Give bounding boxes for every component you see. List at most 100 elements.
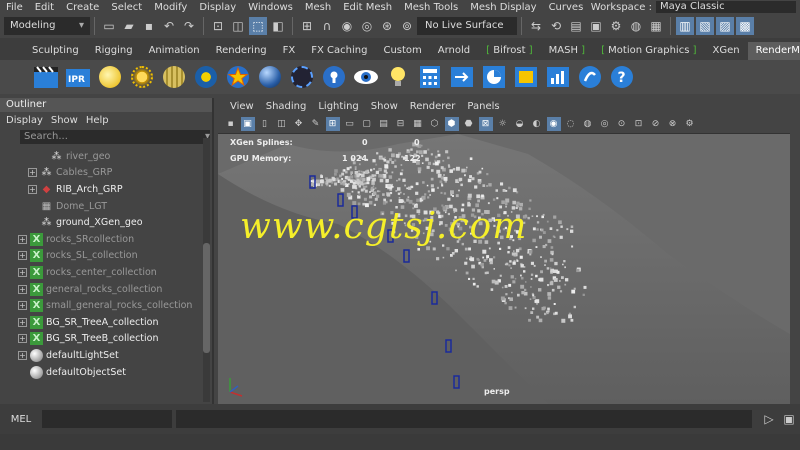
channel-box-strip[interactable] [790,98,800,404]
expand-toggle-icon[interactable]: + [18,251,27,261]
outliner-row[interactable]: + Xrocks_SL_collection [0,248,204,265]
sun-light-icon[interactable] [96,63,124,91]
tab-sculpting[interactable]: Sculpting [24,42,87,60]
wireframe-icon[interactable]: ⬡ [428,117,442,131]
clapperboard-icon[interactable] [32,63,60,91]
outliner-row[interactable]: + ◆ RIB_Arch_GRP [0,181,204,198]
grid-icon[interactable]: ⊞ [325,116,340,131]
expand-toggle-icon[interactable]: + [18,317,27,327]
snap-view-icon[interactable]: ◎ [358,17,376,35]
camera-icon[interactable]: ▪ [224,117,238,131]
renderman-logo-icon[interactable] [576,63,604,91]
outliner-row[interactable]: + X BG_SR_TreeA_collection [0,314,204,331]
hypershade-icon[interactable]: ◍ [627,17,645,35]
menu-create[interactable]: Create [60,2,105,13]
construction-history-icon[interactable]: ⟲ [547,17,565,35]
eye-icon[interactable] [352,63,380,91]
select-mask-icon[interactable]: ◧ [269,17,287,35]
menu-mesh[interactable]: Mesh [299,2,337,13]
live-surface-field[interactable]: No Live Surface [417,17,517,35]
expand-toggle-icon[interactable]: + [28,184,37,194]
undo-icon[interactable]: ↶ [160,17,178,35]
gamma-icon[interactable]: ⊗ [666,117,680,131]
tab-xgen[interactable]: XGen [705,42,748,60]
ambient-occlusion-icon[interactable]: ◐ [530,117,544,131]
gate-mask-icon[interactable]: ▤ [377,117,391,131]
star-material-icon[interactable] [224,63,252,91]
camera-attributes-icon[interactable]: ▣ [240,116,255,131]
outliner-row[interactable]: + Xgeneral_rocks_collection [0,281,204,298]
outliner-row[interactable]: ⁂ ground_XGen_geo [0,214,204,231]
select-hierarchy-icon[interactable]: ⊡ [209,17,227,35]
outliner-row[interactable]: + Xsmall_general_rocks_collection [0,297,204,314]
viewport-menu-panels[interactable]: Panels [461,101,505,112]
ipr-icon[interactable]: IPR [64,63,92,91]
outliner-row[interactable]: defaultObjectSet [0,364,204,381]
select-object-icon[interactable]: ◫ [229,17,247,35]
outliner-row[interactable]: + Xrocks_SRcollection [0,231,204,248]
color-management-icon[interactable]: ⚙ [683,117,697,131]
smooth-shade-icon[interactable]: ⬢ [444,116,459,131]
menu-modify[interactable]: Modify [148,2,193,13]
menu-edit-mesh[interactable]: Edit Mesh [337,2,398,13]
field-chart-icon[interactable]: ⊟ [394,117,408,131]
command-input[interactable] [42,410,172,428]
tab-fx[interactable]: FX [275,42,304,60]
keyhole-icon[interactable] [320,63,348,91]
volume-icon[interactable] [288,63,316,91]
snap-point-icon[interactable]: ◉ [338,17,356,35]
expand-toggle-icon[interactable]: + [28,168,37,178]
outliner-scrollbar-thumb[interactable] [203,243,210,353]
menu-mesh-display[interactable]: Mesh Display [464,2,542,13]
ipr-render-icon[interactable]: ▣ [587,17,605,35]
xray-joints-icon[interactable]: ⊙ [615,117,629,131]
snap-curve-icon[interactable]: ∩ [318,17,336,35]
pie-chart-icon[interactable] [480,63,508,91]
outliner-row[interactable]: + defaultLightSet [0,347,204,364]
depth-of-field-icon[interactable]: ◌ [564,117,578,131]
tab-motion-graphics[interactable]: [ Motion Graphics ] [593,42,704,60]
viewport-menu-renderer[interactable]: Renderer [404,101,462,112]
expand-toggle-icon[interactable]: + [18,334,27,344]
safe-action-icon[interactable]: ▦ [411,117,425,131]
menu-display[interactable]: Display [193,2,242,13]
tab-arnold[interactable]: Arnold [430,42,478,60]
viewport-menu-view[interactable]: View [224,101,260,112]
redo-icon[interactable]: ↷ [180,17,198,35]
render-pass-icon[interactable] [448,63,476,91]
script-editor-toggle-icon[interactable]: ▣ [780,410,798,428]
outliner-menu-show[interactable]: Show [47,115,82,126]
grease-pencil-icon[interactable]: ✎ [309,117,323,131]
tab-renderman[interactable]: RenderMan [747,42,800,60]
tab-rendering[interactable]: Rendering [208,42,275,60]
outliner-row[interactable]: + X BG_SR_TreeB_collection [0,331,204,348]
use-all-lights-icon[interactable]: ☼ [496,117,510,131]
expand-toggle-icon[interactable]: + [18,284,27,294]
xray-icon[interactable]: ◎ [598,117,612,131]
expand-toggle-icon[interactable]: + [18,350,27,360]
menu-windows[interactable]: Windows [242,2,299,13]
outliner-menu-display[interactable]: Display [2,115,47,126]
expand-toggle-icon[interactable]: + [18,301,27,311]
dome-light-icon[interactable] [160,63,188,91]
env-light-icon[interactable] [128,63,156,91]
outliner-row[interactable]: ⁂ river_geo [0,148,204,165]
snap-grid-icon[interactable]: ⊞ [298,17,316,35]
anti-aliasing-icon[interactable]: ◉ [546,116,561,131]
save-scene-icon[interactable]: ▪ [140,17,158,35]
menu-edit[interactable]: Edit [29,2,60,13]
xray-components-icon[interactable]: ⊡ [632,117,646,131]
bookmark-icon[interactable]: ▯ [258,117,272,131]
2d-pan-icon[interactable]: ✥ [292,117,306,131]
exposure-icon[interactable]: ⊘ [649,117,663,131]
script-editor-icon[interactable]: ▷ [760,410,778,428]
expand-toggle-icon[interactable]: + [18,267,27,277]
textured-icon[interactable]: ⊠ [478,116,493,131]
tab-animation[interactable]: Animation [141,42,208,60]
render-settings-icon[interactable]: ⚙ [607,17,625,35]
viewport-menu-shading[interactable]: Shading [260,101,313,112]
open-scene-icon[interactable]: ▰ [120,17,138,35]
mode-select[interactable]: Modeling ▾ [4,17,90,35]
menu-mesh-tools[interactable]: Mesh Tools [398,2,464,13]
tab-bifrost[interactable]: [ Bifrost ] [478,42,541,60]
